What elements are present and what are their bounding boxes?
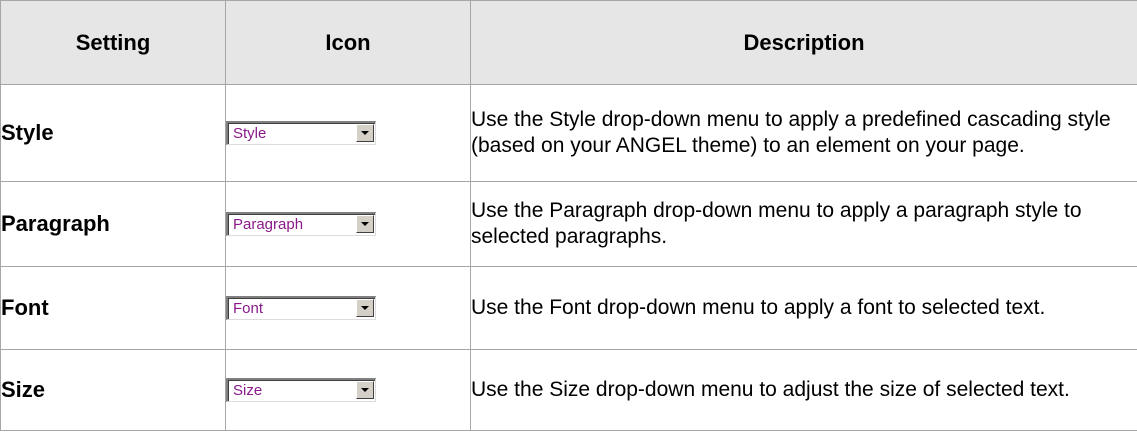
paragraph-dropdown[interactable]: Paragraph: [226, 212, 376, 236]
setting-label-size: Size: [0, 349, 226, 431]
header-description: Description: [470, 0, 1137, 85]
chevron-down-icon: [361, 222, 369, 226]
icon-cell-size: Size: [225, 349, 471, 431]
setting-label-font: Font: [0, 266, 226, 350]
description-paragraph: Use the Paragraph drop-down menu to appl…: [470, 181, 1137, 267]
table-row-size: Size Size Use the Size drop-down menu to…: [0, 349, 1137, 431]
icon-cell-style: Style: [225, 84, 471, 182]
paragraph-dropdown-value: Paragraph: [233, 216, 304, 233]
description-font: Use the Font drop-down menu to apply a f…: [470, 266, 1137, 350]
table-row-style: Style Style Use the Style drop-down menu…: [0, 84, 1137, 182]
style-dropdown-value: Style: [233, 125, 267, 142]
description-style: Use the Style drop-down menu to apply a …: [470, 84, 1137, 182]
table-row-paragraph: Paragraph Paragraph Use the Paragraph dr…: [0, 181, 1137, 267]
style-dropdown-button[interactable]: [356, 124, 374, 142]
size-dropdown-button[interactable]: [356, 381, 374, 399]
setting-label-style: Style: [0, 84, 226, 182]
font-dropdown-value: Font: [233, 300, 264, 317]
setting-label-paragraph: Paragraph: [0, 181, 226, 267]
icon-cell-font: Font: [225, 266, 471, 350]
paragraph-dropdown-button[interactable]: [356, 215, 374, 233]
settings-table: Setting Icon Description Style Style Use…: [0, 0, 1137, 431]
font-dropdown[interactable]: Font: [226, 296, 376, 320]
header-icon: Icon: [225, 0, 471, 85]
chevron-down-icon: [361, 306, 369, 310]
table-row-font: Font Font Use the Font drop-down menu to…: [0, 266, 1137, 350]
chevron-down-icon: [361, 388, 369, 392]
style-dropdown[interactable]: Style: [226, 121, 376, 145]
size-dropdown-value: Size: [233, 382, 263, 399]
icon-cell-paragraph: Paragraph: [225, 181, 471, 267]
header-setting: Setting: [0, 0, 226, 85]
font-dropdown-button[interactable]: [356, 299, 374, 317]
description-size: Use the Size drop-down menu to adjust th…: [470, 349, 1137, 431]
size-dropdown[interactable]: Size: [226, 378, 376, 402]
header-row: Setting Icon Description: [0, 0, 1137, 85]
chevron-down-icon: [361, 131, 369, 135]
